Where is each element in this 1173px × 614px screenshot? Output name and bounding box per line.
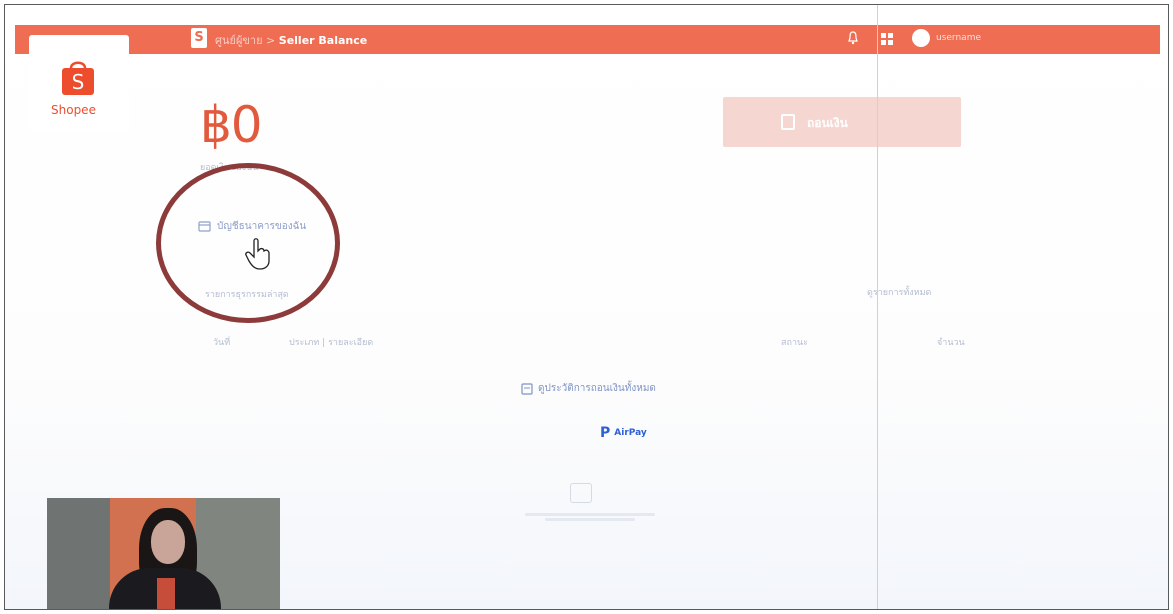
- breadcrumb-current: Seller Balance: [278, 34, 368, 47]
- shopping-bag-icon: S: [62, 61, 94, 95]
- airpay-icon: P: [600, 425, 611, 441]
- wallet-icon: [781, 114, 795, 130]
- recent-transactions-title: รายการธุรกรรมล่าสุด: [205, 290, 289, 300]
- screenshot-frame: S ศูนย์ผู้ขาย > Seller Balance username …: [4, 4, 1169, 610]
- logo-text: Shopee: [51, 103, 96, 117]
- empty-state-illustration: [570, 483, 592, 503]
- withdrawal-history-link[interactable]: ดูประวัติการถอนเงินทั้งหมด: [521, 381, 656, 396]
- withdrawal-history-label: ดูประวัติการถอนเงินทั้งหมด: [538, 383, 656, 394]
- airpay-link[interactable]: P AirPay: [600, 425, 647, 441]
- top-navigation-bar: S ศูนย์ผู้ขาย > Seller Balance username: [15, 25, 1160, 54]
- balance-amount: ฿0: [200, 96, 263, 154]
- breadcrumb-parent[interactable]: ศูนย์ผู้ขาย: [215, 34, 263, 47]
- bell-icon[interactable]: [848, 31, 858, 45]
- breadcrumb-separator: >: [266, 34, 276, 47]
- presenter-face: [151, 520, 185, 564]
- empty-state-text: [515, 511, 665, 527]
- withdraw-button[interactable]: ถอนเงิน: [723, 97, 961, 147]
- column-header-type: ประเภท | รายละเอียด: [289, 338, 374, 348]
- shopee-small-logo[interactable]: S: [191, 28, 207, 48]
- breadcrumb: ศูนย์ผู้ขาย > Seller Balance: [215, 31, 367, 49]
- avatar[interactable]: [912, 29, 930, 47]
- column-header-date: วันที่: [213, 338, 231, 348]
- document-icon: [521, 382, 533, 395]
- user-name[interactable]: username: [936, 33, 981, 43]
- presenter-shirt: [157, 578, 175, 609]
- column-header-amount: จำนวน: [937, 338, 965, 348]
- logo-letter: S: [72, 70, 85, 94]
- shopee-logo: S Shopee: [29, 35, 129, 131]
- withdraw-label: ถอนเงิน: [807, 116, 848, 130]
- screen-divider: [877, 5, 878, 609]
- apps-grid-icon[interactable]: [881, 33, 893, 45]
- presenter-video-overlay: [47, 498, 280, 609]
- column-header-status: สถานะ: [781, 338, 808, 348]
- airpay-label: AirPay: [614, 428, 647, 438]
